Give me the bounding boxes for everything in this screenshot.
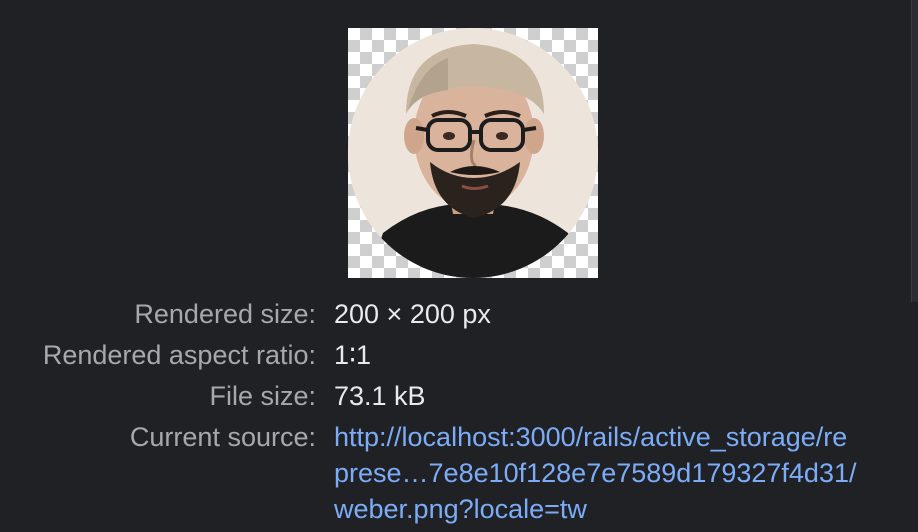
scrollbar[interactable]	[911, 0, 918, 302]
image-preview	[348, 28, 598, 278]
rendered-size-label: Rendered size:	[134, 299, 316, 329]
avatar-image	[348, 28, 598, 278]
current-source-row: Current source: http://localhost:3000/ra…	[0, 419, 918, 529]
rendered-size-value: 200 × 200 px	[334, 299, 491, 329]
current-source-link-line[interactable]: http://localhost:3000/rails/active_stora…	[334, 419, 918, 455]
aspect-ratio-label: Rendered aspect ratio:	[42, 340, 316, 370]
file-size-label: File size:	[209, 381, 316, 411]
current-source-label: Current source:	[129, 422, 316, 452]
aspect-ratio-value: 1∶1	[334, 340, 372, 370]
current-source-link-line[interactable]: weber.png?locale=tw	[334, 491, 918, 527]
file-size-value: 73.1 kB	[334, 381, 426, 411]
current-source-link[interactable]: http://localhost:3000/rails/active_stora…	[334, 419, 918, 527]
current-source-link-line[interactable]: prese…7e8e10f128e7e7589d179327f4d31/	[334, 455, 918, 491]
image-info-popover: Rendered size: 200 × 200 px Rendered asp…	[0, 0, 918, 532]
